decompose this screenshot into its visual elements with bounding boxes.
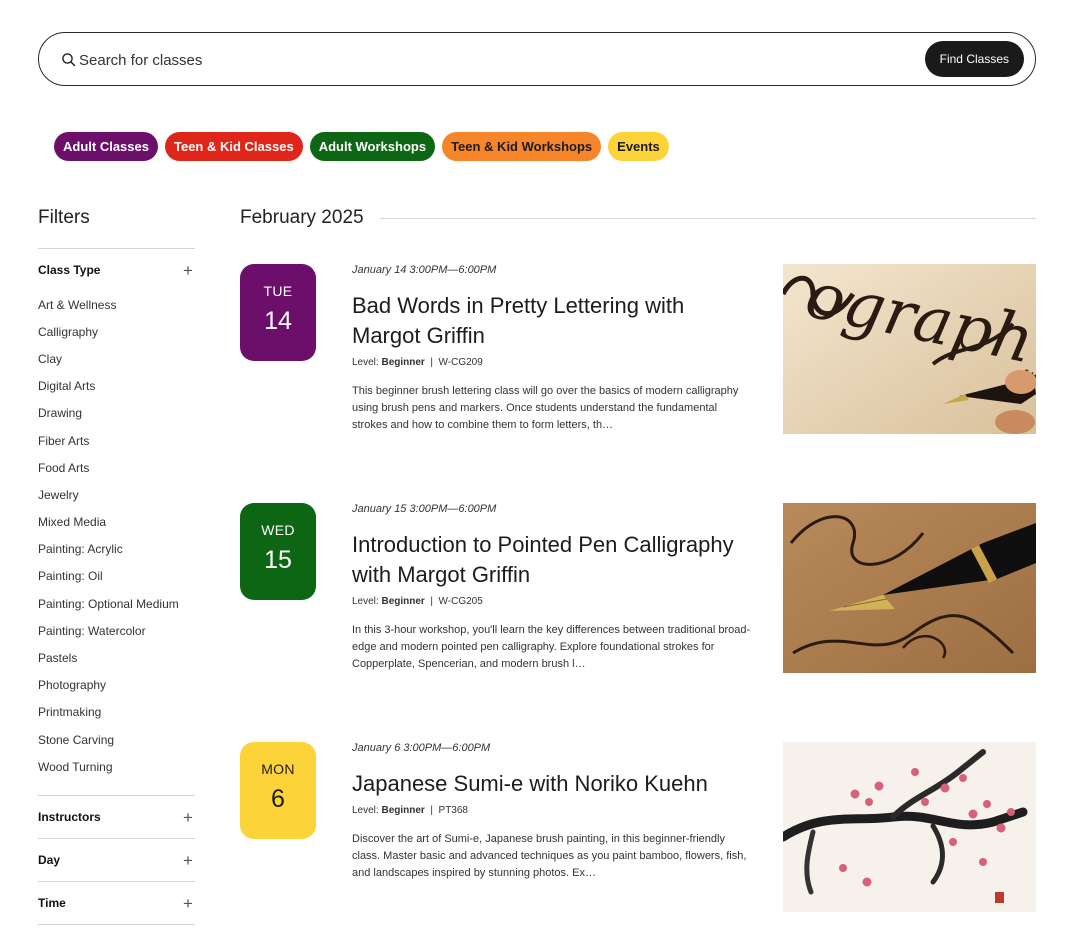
event-level: Level: Beginner | W-CG209 [352, 357, 752, 371]
category-pills: Adult Classes Teen & Kid Classes Adult W… [54, 132, 669, 161]
filter-section-time: Time + [38, 881, 195, 925]
date-tile: MON 6 [240, 742, 316, 839]
event-datetime: January 14 3:00PM—6:00PM [352, 264, 497, 276]
level-prefix: Level: [352, 596, 379, 607]
category-pill-adult-workshops[interactable]: Adult Workshops [309, 132, 436, 161]
filter-option[interactable]: Mixed Media [38, 509, 195, 536]
date-weekday: WED [261, 522, 295, 538]
collapsed-filter-sections: Instructors + Day + Time + [38, 795, 195, 925]
plus-icon[interactable]: + [181, 809, 195, 826]
filter-option[interactable]: Printmaking [38, 699, 195, 726]
event-datetime: January 6 3:00PM—6:00PM [352, 742, 491, 754]
fountain-pen-image[interactable] [783, 503, 1036, 673]
filter-option[interactable]: Fiber Arts [38, 427, 195, 454]
level-prefix: Level: [352, 357, 379, 368]
sumi-e-painting-image[interactable] [783, 742, 1036, 912]
category-pill-teen-kid-workshops[interactable]: Teen & Kid Workshops [442, 132, 602, 161]
filter-option[interactable]: Stone Carving [38, 726, 195, 753]
month-divider [379, 217, 1036, 219]
event-level: Level: Beginner | W-CG205 [352, 596, 752, 610]
event-card: MON 6 January 6 3:00PM—6:00PM Japanese S… [240, 742, 1036, 912]
class-type-label: Class Type [38, 263, 101, 277]
course-code: W-CG209 [438, 357, 483, 368]
time-label: Time [38, 896, 66, 910]
date-weekday: MON [261, 761, 295, 777]
instructors-toggle[interactable]: Instructors + [38, 796, 195, 838]
search-input[interactable] [79, 47, 779, 73]
event-description: This beginner brush lettering class will… [352, 385, 739, 431]
event-info: January 14 3:00PM—6:00PM Bad Words in Pr… [352, 264, 752, 434]
course-code: W-CG205 [438, 596, 483, 607]
filter-option[interactable]: Painting: Oil [38, 563, 195, 590]
filter-option[interactable]: Jewelry [38, 481, 195, 508]
filter-option[interactable]: Digital Arts [38, 373, 195, 400]
event-datetime: January 15 3:00PM—6:00PM [352, 503, 497, 515]
level-separator: | [427, 805, 436, 816]
day-toggle[interactable]: Day + [38, 839, 195, 881]
filter-option[interactable]: Food Arts [38, 454, 195, 481]
event-title-link[interactable]: Bad Words in Pretty Lettering with Margo… [352, 291, 752, 351]
filter-option[interactable]: Wood Turning [38, 753, 195, 780]
category-pill-teen-kid-classes[interactable]: Teen & Kid Classes [164, 132, 303, 161]
plus-icon[interactable]: + [181, 262, 195, 279]
instructors-label: Instructors [38, 810, 101, 824]
search-icon [62, 53, 76, 67]
date-tile: TUE 14 [240, 264, 316, 361]
date-number: 14 [264, 307, 292, 335]
date-number: 6 [271, 785, 285, 813]
filters-title: Filters [38, 207, 90, 228]
date-weekday: TUE [263, 283, 293, 299]
event-card: TUE 14 January 14 3:00PM—6:00PM Bad Word… [240, 264, 1036, 434]
date-tile: WED 15 [240, 503, 316, 600]
course-code: PT368 [438, 805, 468, 816]
filter-option[interactable]: Painting: Acrylic [38, 536, 195, 563]
class-type-options: Art & Wellness Calligraphy Clay Digital Art… [38, 291, 195, 780]
filter-option[interactable]: Calligraphy [38, 318, 195, 345]
filter-option[interactable]: Pastels [38, 644, 195, 671]
filter-option[interactable]: Clay [38, 345, 195, 372]
event-title-link[interactable]: Introduction to Pointed Pen Calligraphy … [352, 530, 752, 590]
month-heading: February 2025 [240, 207, 1036, 229]
filter-option[interactable]: Photography [38, 672, 195, 699]
filter-option[interactable]: Art & Wellness [38, 291, 195, 318]
class-type-toggle[interactable]: Class Type + [38, 249, 195, 291]
category-pill-adult-classes[interactable]: Adult Classes [54, 132, 158, 161]
plus-icon[interactable]: + [181, 852, 195, 869]
filter-option[interactable]: Painting: Watercolor [38, 617, 195, 644]
level-value: Beginner [381, 596, 425, 607]
level-separator: | [427, 596, 436, 607]
level-value: Beginner [381, 805, 425, 816]
filter-section-day: Day + [38, 838, 195, 881]
event-description: In this 3-hour workshop, you'll learn th… [352, 624, 751, 670]
event-info: January 15 3:00PM—6:00PM Introduction to… [352, 503, 752, 673]
event-description: Discover the art of Sumi-e, Japanese bru… [352, 833, 747, 879]
date-number: 15 [264, 546, 292, 574]
filters-sidebar: Filters Class Type + Art & Wellness Calli… [38, 207, 195, 780]
find-classes-button[interactable]: Find Classes [924, 41, 1024, 77]
event-info: January 6 3:00PM—6:00PM Japanese Sumi-e … [352, 742, 752, 882]
day-label: Day [38, 853, 61, 867]
time-toggle[interactable]: Time + [38, 882, 195, 924]
filter-section-instructors: Instructors + [38, 795, 195, 838]
level-separator: | [427, 357, 436, 368]
event-title-link[interactable]: Japanese Sumi-e with Noriko Kuehn [352, 769, 752, 799]
category-pill-events[interactable]: Events [608, 132, 669, 161]
calligraphy-word-image[interactable]: ography [783, 264, 1036, 434]
event-card: WED 15 January 15 3:00PM—6:00PM Introduc… [240, 503, 1036, 673]
search-bar: Find Classes [38, 32, 1036, 86]
level-prefix: Level: [352, 805, 379, 816]
filter-option[interactable]: Drawing [38, 400, 195, 427]
plus-icon[interactable]: + [181, 895, 195, 912]
level-value: Beginner [381, 357, 425, 368]
filter-option[interactable]: Painting: Optional Medium [38, 590, 195, 617]
event-level: Level: Beginner | PT368 [352, 805, 752, 819]
month-label: February 2025 [240, 207, 364, 228]
